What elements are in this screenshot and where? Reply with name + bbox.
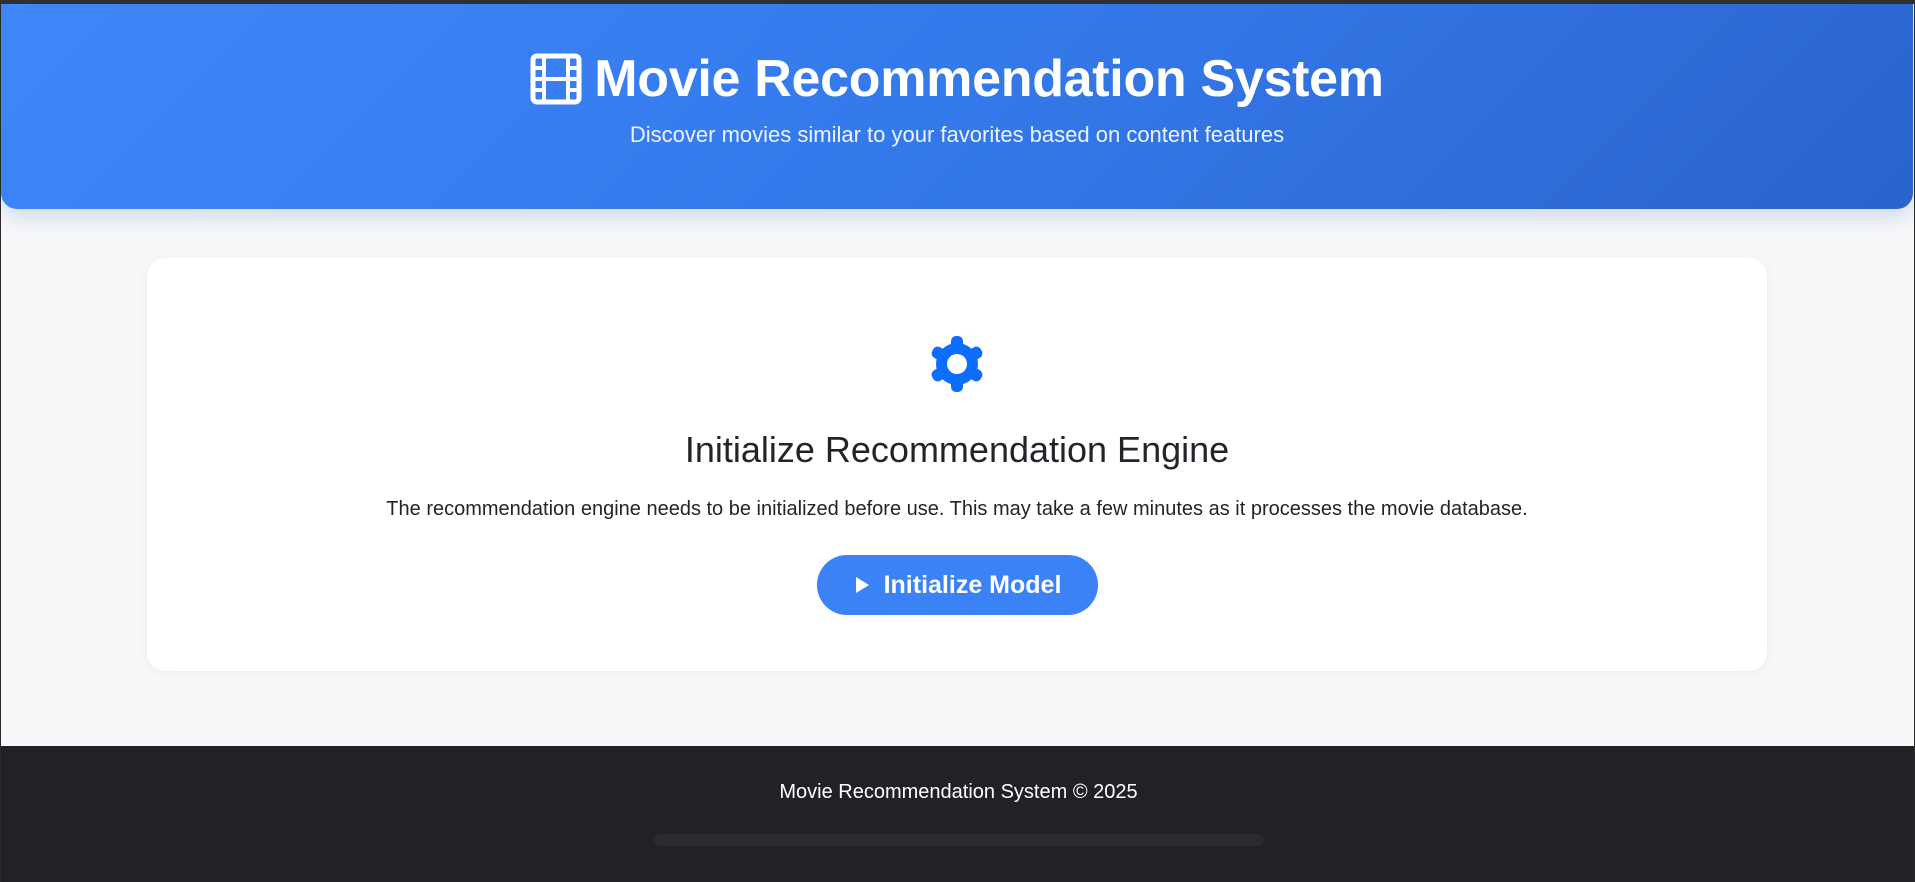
- footer-copyright: Movie Recommendation System © 2025: [779, 781, 1138, 803]
- page-header: Movie Recommendation System Discover mov…: [1, 4, 1913, 209]
- gear-icon-wrapper: [147, 332, 1767, 396]
- title-row: Movie Recommendation System: [1, 48, 1913, 110]
- app-window: Movie Recommendation System Discover mov…: [0, 4, 1915, 882]
- gear-icon: [925, 332, 989, 396]
- init-card: Initialize Recommendation Engine The rec…: [147, 258, 1767, 671]
- initialize-model-button[interactable]: Initialize Model: [817, 555, 1098, 615]
- play-icon: [854, 576, 870, 594]
- footer-faint-line: [1, 834, 1914, 850]
- card-description: The recommendation engine needs to be in…: [386, 498, 1528, 520]
- page-title: Movie Recommendation System: [594, 50, 1384, 108]
- initialize-model-label: Initialize Model: [883, 570, 1062, 599]
- film-icon: [530, 53, 582, 105]
- footer-faint-bar: [653, 834, 1264, 846]
- page-footer: Movie Recommendation System © 2025: [1, 746, 1914, 882]
- card-title: Initialize Recommendation Engine: [684, 429, 1230, 470]
- page-subtitle: Discover movies similar to your favorite…: [629, 122, 1285, 147]
